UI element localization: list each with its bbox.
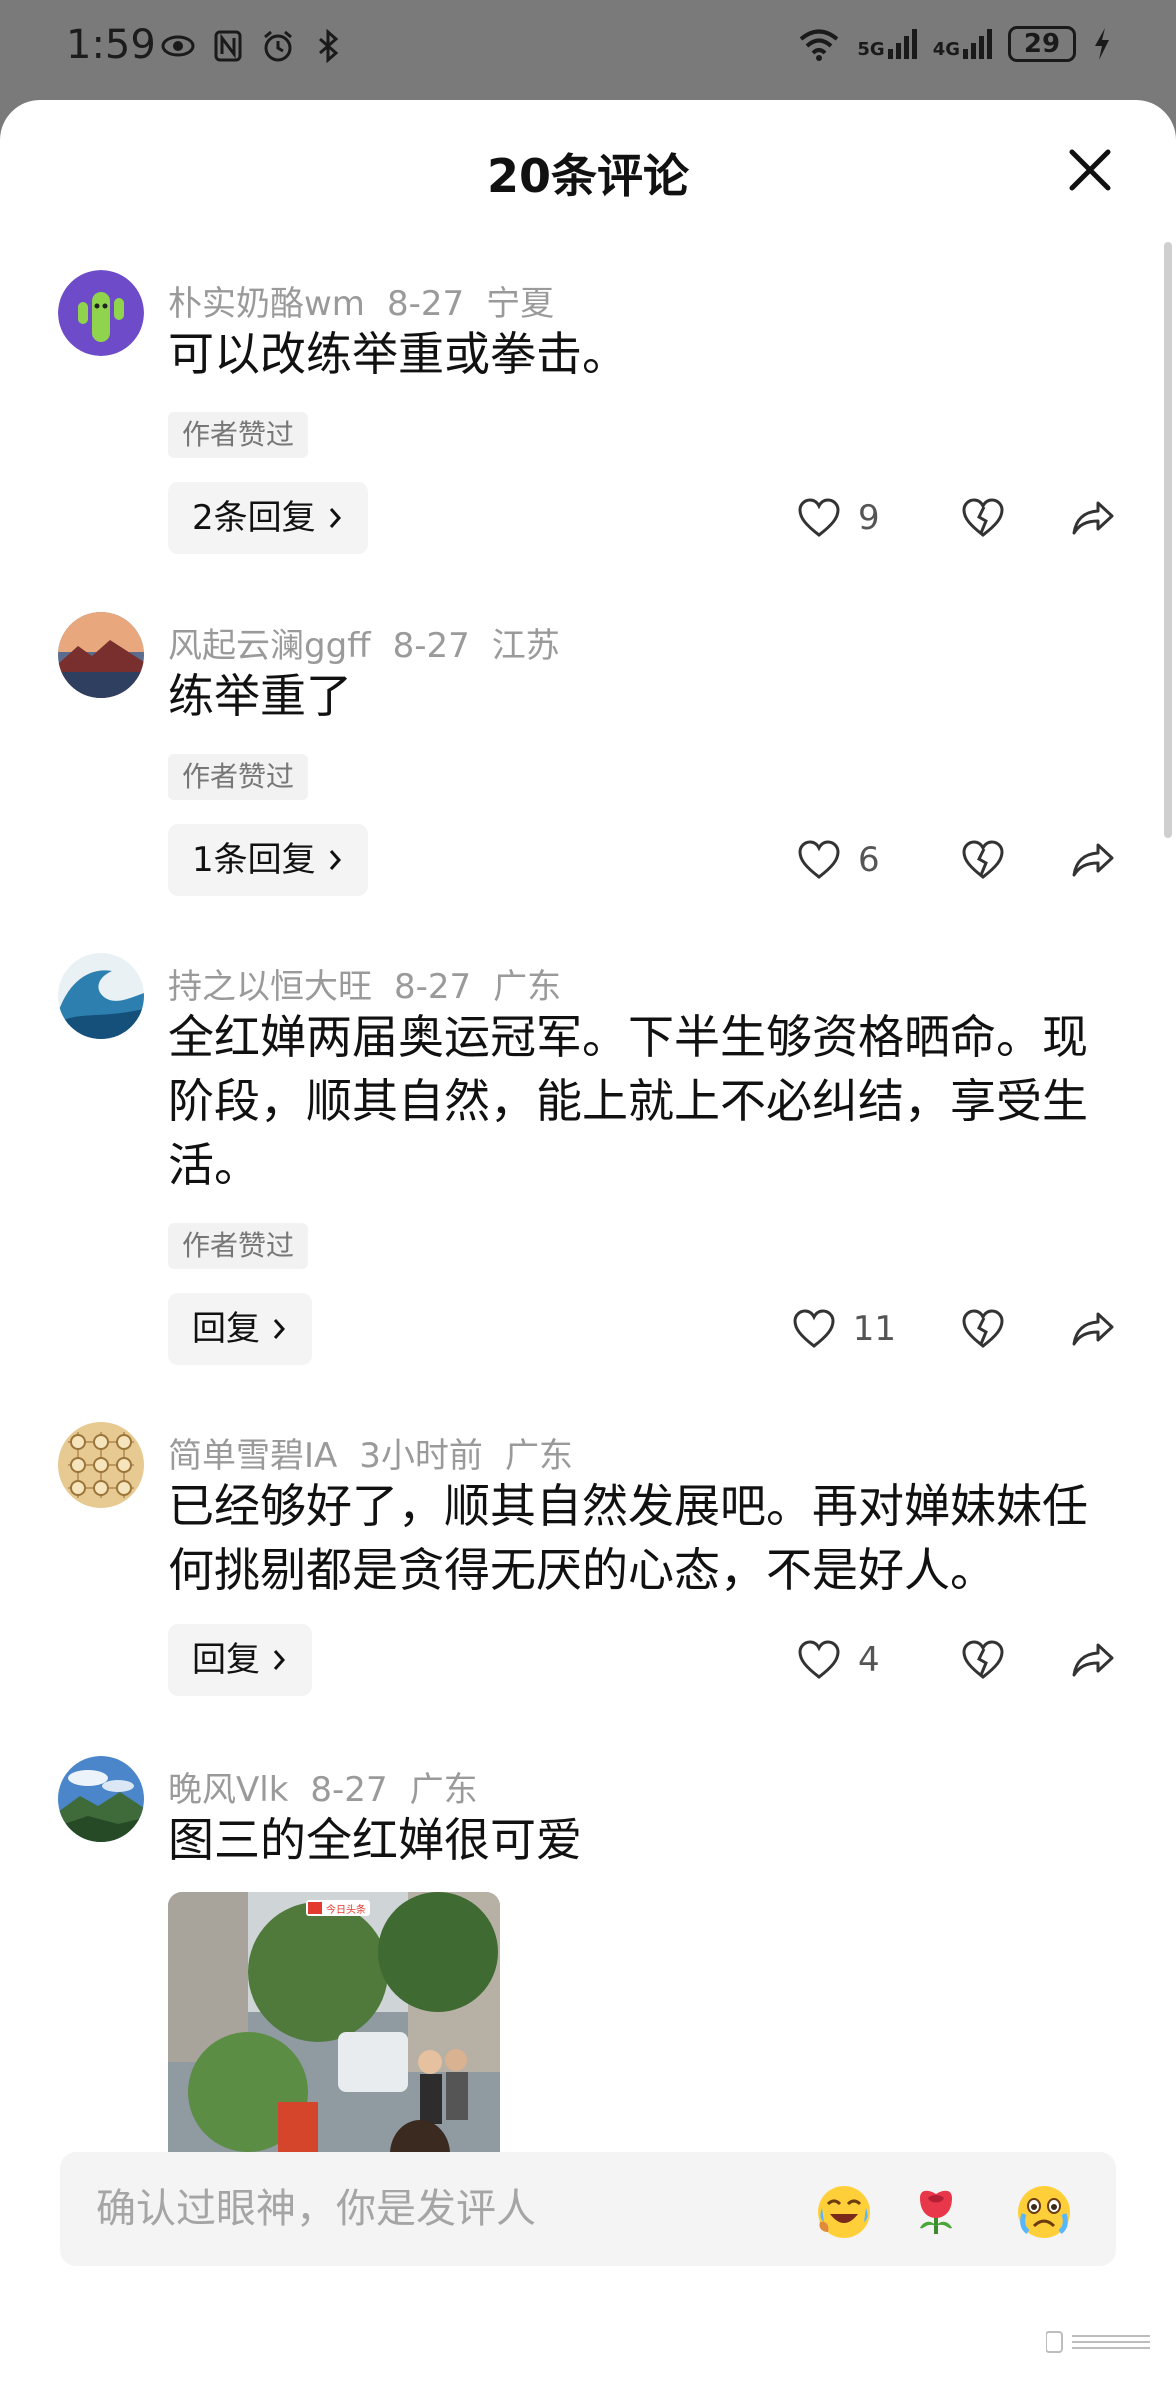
heart-icon — [793, 1309, 835, 1348]
comment-location: 宁夏 — [486, 284, 555, 324]
chevron-right-icon — [273, 1650, 286, 1670]
signal-bars-icon — [887, 29, 917, 59]
comment-meta: 持之以恒大旺 8-27 广东 — [168, 959, 583, 1008]
comment-actions: 9 — [796, 482, 1116, 554]
heart-icon — [798, 1640, 840, 1679]
comment-actions: 11 — [791, 1293, 1116, 1365]
reply-label: 回复 — [192, 1309, 260, 1349]
share-icon[interactable] — [1070, 1637, 1116, 1683]
bluetooth-icon — [319, 28, 339, 64]
comment-actions: 4 — [796, 1624, 1116, 1696]
comment-text[interactable]: 可以改练举重或拳击。 — [168, 322, 1098, 386]
comment-date: 8-27 — [394, 967, 472, 1007]
crying-emoji-icon[interactable] — [1014, 2182, 1074, 2242]
comment-location: 广东 — [493, 967, 562, 1007]
author-liked-badge: 作者赞过 — [168, 754, 309, 800]
author-liked-badge: 作者赞过 — [168, 1223, 309, 1269]
author-liked-badge: 作者赞过 — [168, 412, 309, 458]
close-icon[interactable] — [1064, 144, 1116, 196]
status-icons-right: 5G 4G 29 — [797, 26, 1112, 62]
comment-username[interactable]: 风起云澜ggff — [168, 626, 371, 666]
status-icons-left — [160, 28, 346, 64]
alarm-icon — [264, 30, 292, 62]
view-replies-button[interactable]: 1条回复 — [168, 824, 368, 896]
reply-button[interactable]: 回复 — [168, 1293, 312, 1365]
chevron-right-icon — [273, 1319, 286, 1339]
rose-emoji-icon[interactable] — [906, 2182, 966, 2242]
status-time: 1:59 — [66, 22, 156, 68]
laugh-cry-emoji-icon[interactable] — [814, 2182, 874, 2242]
comment-username[interactable]: 持之以恒大旺 — [168, 967, 372, 1007]
heart-icon — [798, 840, 840, 879]
like-count: 6 — [858, 840, 880, 880]
chevron-right-icon — [329, 850, 341, 870]
reply-label: 2条回复 — [192, 498, 316, 538]
comment-username[interactable]: 晚风Vlk — [168, 1770, 288, 1810]
dislike-icon[interactable] — [960, 837, 1006, 883]
comment-location: 广东 — [504, 1436, 573, 1476]
mountain-avatar[interactable] — [58, 1756, 144, 1842]
comment-meta: 晚风Vlk 8-27 广东 — [168, 1762, 500, 1811]
comment-text[interactable]: 已经够好了，顺其自然发展吧。再对婵妹妹任何挑剔都是贪得无厌的心态，不是好人。 — [168, 1474, 1098, 1602]
wifi-icon — [800, 29, 839, 61]
chevron-right-icon — [329, 508, 341, 528]
menu-lines-icon[interactable] — [1046, 2330, 1150, 2354]
sheet-title: 20条评论 — [486, 149, 689, 203]
like-button[interactable]: 9 — [796, 495, 896, 541]
scrollbar[interactable] — [1164, 242, 1172, 838]
battery-indicator: 29 — [1008, 26, 1076, 62]
comment-meta: 简单雪碧IA 3小时前 广东 — [168, 1428, 595, 1477]
wave-avatar[interactable] — [58, 953, 144, 1039]
chess-avatar[interactable] — [58, 1422, 144, 1508]
landscape-avatar[interactable] — [58, 612, 144, 698]
like-button[interactable]: 11 — [791, 1306, 896, 1352]
nfc-icon — [214, 30, 242, 62]
comment-date: 3小时前 — [359, 1436, 483, 1476]
dislike-icon[interactable] — [960, 495, 1006, 541]
comment-input[interactable] — [96, 2178, 796, 2240]
comment-date: 8-27 — [386, 284, 465, 324]
share-icon[interactable] — [1070, 495, 1116, 541]
reply-label: 1条回复 — [192, 840, 316, 880]
share-icon[interactable] — [1070, 1306, 1116, 1352]
like-count: 4 — [858, 1640, 880, 1680]
comment-username[interactable]: 简单雪碧IA — [168, 1436, 337, 1476]
share-icon[interactable] — [1070, 837, 1116, 883]
comment-meta: 风起云澜ggff 8-27 江苏 — [168, 618, 582, 667]
comments-sheet: 20条评论 朴实奶酪wm 8-27 宁夏 可以改练举重或拳击。 作者赞过 2条回复 … — [0, 100, 1176, 2400]
signal-4g: 4G — [933, 29, 992, 59]
charging-icon — [1095, 28, 1109, 60]
comment-text[interactable]: 图三的全红婵很可爱 — [168, 1808, 1098, 1872]
photo-watermark-text: 今日头条 — [326, 1903, 366, 1916]
like-count: 11 — [852, 1309, 896, 1349]
dislike-icon[interactable] — [960, 1306, 1006, 1352]
cactus-avatar[interactable] — [58, 270, 144, 356]
status-bar: 1:59 5G 4G 29 — [0, 0, 1176, 100]
heart-icon — [798, 498, 840, 537]
comment-input-bar — [60, 2152, 1116, 2266]
comment-location: 江苏 — [491, 626, 560, 666]
comment-date: 8-27 — [392, 626, 470, 666]
comment-text[interactable]: 练举重了 — [168, 664, 1098, 728]
signal-bars-icon — [963, 29, 992, 59]
comment-meta: 朴实奶酪wm 8-27 宁夏 — [168, 276, 576, 325]
comment-date: 8-27 — [310, 1770, 388, 1810]
comment-location: 广东 — [409, 1770, 478, 1810]
view-replies-button[interactable]: 2条回复 — [168, 482, 368, 554]
like-button[interactable]: 6 — [796, 837, 896, 883]
like-count: 9 — [858, 498, 880, 538]
comment-username[interactable]: 朴实奶酪wm — [168, 284, 365, 324]
like-button[interactable]: 4 — [796, 1637, 896, 1683]
signal-5g: 5G — [857, 29, 917, 59]
reply-button[interactable]: 回复 — [168, 1624, 312, 1696]
eye-icon — [161, 35, 195, 57]
reply-label: 回复 — [192, 1640, 260, 1680]
comment-actions: 6 — [796, 824, 1116, 896]
dislike-icon[interactable] — [960, 1637, 1006, 1683]
comment-text[interactable]: 全红婵两届奥运冠军。下半生够资格晒命。现阶段，顺其自然，能上就上不必纠结，享受生… — [168, 1005, 1098, 1197]
